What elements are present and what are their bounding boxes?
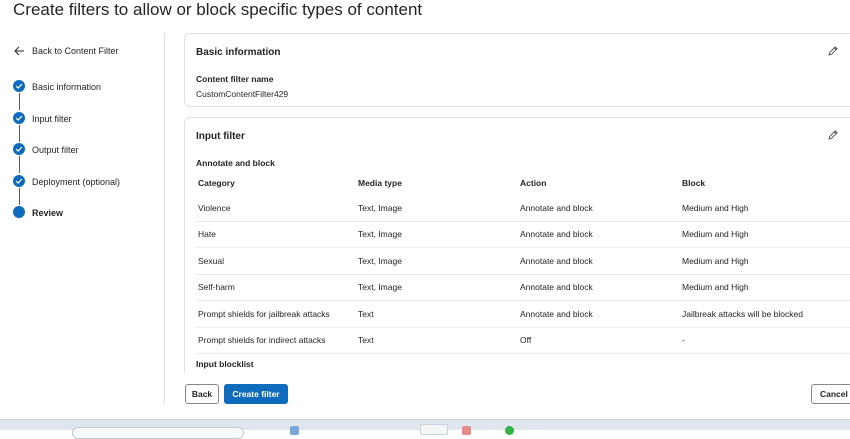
annotate-and-block-label: Annotate and block [196, 158, 275, 168]
taskbar-app-icon[interactable] [420, 424, 448, 435]
page-title: Create filters to allow or block specifi… [13, 0, 423, 19]
checkmark-icon [13, 143, 25, 155]
step-output-filter[interactable]: Output filter [13, 141, 120, 173]
step-review[interactable]: Review [13, 204, 120, 236]
back-link-label: Back to Content Filter [32, 46, 119, 56]
checkmark-icon [13, 111, 25, 124]
column-header: Block [682, 177, 706, 188]
table-cell: Annotate and block [520, 308, 593, 319]
checkmark-icon [13, 174, 25, 187]
back-to-content-filter-link[interactable]: Back to Content Filter [14, 43, 119, 59]
input-blocklist-label: Input blocklist [196, 359, 254, 369]
table-cell: Annotate and block [520, 229, 593, 240]
table-row: Prompt shields for indirect attacks Text… [196, 328, 850, 354]
table-cell: Text [358, 308, 374, 319]
step-connector [18, 93, 20, 110]
create-filter-button[interactable]: Create filter [224, 384, 288, 404]
taskbar-app-icon[interactable] [505, 426, 514, 435]
edit-input-filter-icon[interactable] [827, 128, 839, 146]
step-label: Review [32, 208, 64, 218]
content-filter-name-value: CustomContentFilter429 [196, 89, 289, 99]
step-deployment[interactable]: Deployment (optional) [13, 173, 120, 205]
step-connector [18, 156, 20, 173]
step-label: Basic information [32, 82, 102, 92]
table-cell: Text, Image [358, 282, 402, 293]
basic-information-title: Basic information [196, 47, 281, 58]
table-cell: Text, Image [358, 255, 402, 266]
step-input-filter[interactable]: Input filter [13, 110, 120, 142]
table-cell: - [682, 335, 685, 346]
left-panel-divider [164, 33, 165, 403]
step-label: Input filter [32, 113, 72, 124]
content-filter-name-label: Content filter name [196, 74, 274, 84]
table-cell: Medium and High [682, 255, 749, 266]
basic-information-card: Basic information Content filter name Cu… [184, 33, 850, 107]
table-row: Sexual Text, Image Annotate and block Me… [196, 248, 850, 275]
table-cell: Text, Image [358, 202, 402, 213]
table-cell: Annotate and block [520, 202, 593, 213]
column-header: Action [520, 177, 547, 188]
step-label: Deployment (optional) [32, 176, 121, 187]
table-cell: Medium and High [682, 282, 749, 293]
edit-basic-information-icon[interactable] [827, 44, 839, 62]
back-button[interactable]: Back [185, 384, 219, 404]
input-filter-title: Input filter [196, 131, 245, 142]
table-cell: Text [358, 335, 374, 346]
table-cell: Self-harm [198, 282, 235, 293]
table-cell: Annotate and block [520, 282, 593, 293]
table-cell: Prompt shields for indirect attacks [198, 335, 326, 346]
step-basic-information[interactable]: Basic information [13, 78, 120, 110]
step-connector [18, 124, 20, 142]
taskbar-app-icon[interactable] [462, 426, 471, 435]
table-cell: Text, Image [358, 229, 402, 240]
step-connector [18, 187, 20, 205]
checkmark-icon [13, 80, 25, 92]
os-taskbar [0, 419, 850, 439]
table-cell: Off [520, 335, 532, 346]
input-filter-card: Input filter Annotate and block Category… [184, 117, 850, 373]
table-header: Category Media type Action Block [196, 170, 850, 195]
current-step-dot-icon [13, 206, 25, 218]
step-label: Output filter [32, 145, 79, 155]
table-cell: Medium and High [682, 202, 749, 213]
table-row: Self-harm Text, Image Annotate and block… [196, 275, 850, 301]
table-cell: Hate [198, 229, 216, 240]
column-header: Media type [358, 177, 402, 188]
arrow-left-icon [14, 46, 25, 56]
table-cell: Medium and High [682, 229, 749, 240]
table-row: Prompt shields for jailbreak attacks Tex… [196, 301, 850, 328]
table-cell: Violence [198, 202, 231, 213]
taskbar-app-icon[interactable] [290, 426, 299, 435]
table-cell: Sexual [198, 255, 224, 266]
table-cell: Jailbreak attacks will be blocked [682, 308, 803, 319]
wizard-steps: Basic information Input filter Output fi… [13, 78, 120, 236]
column-header: Category [198, 177, 235, 188]
input-filter-table: Category Media type Action Block Violenc… [196, 170, 850, 354]
table-cell: Prompt shields for jailbreak attacks [198, 308, 330, 319]
table-row: Violence Text, Image Annotate and block … [196, 195, 850, 222]
table-cell: Annotate and block [520, 255, 593, 266]
cancel-button[interactable]: Cancel [811, 384, 850, 404]
table-row: Hate Text, Image Annotate and block Medi… [196, 222, 850, 248]
